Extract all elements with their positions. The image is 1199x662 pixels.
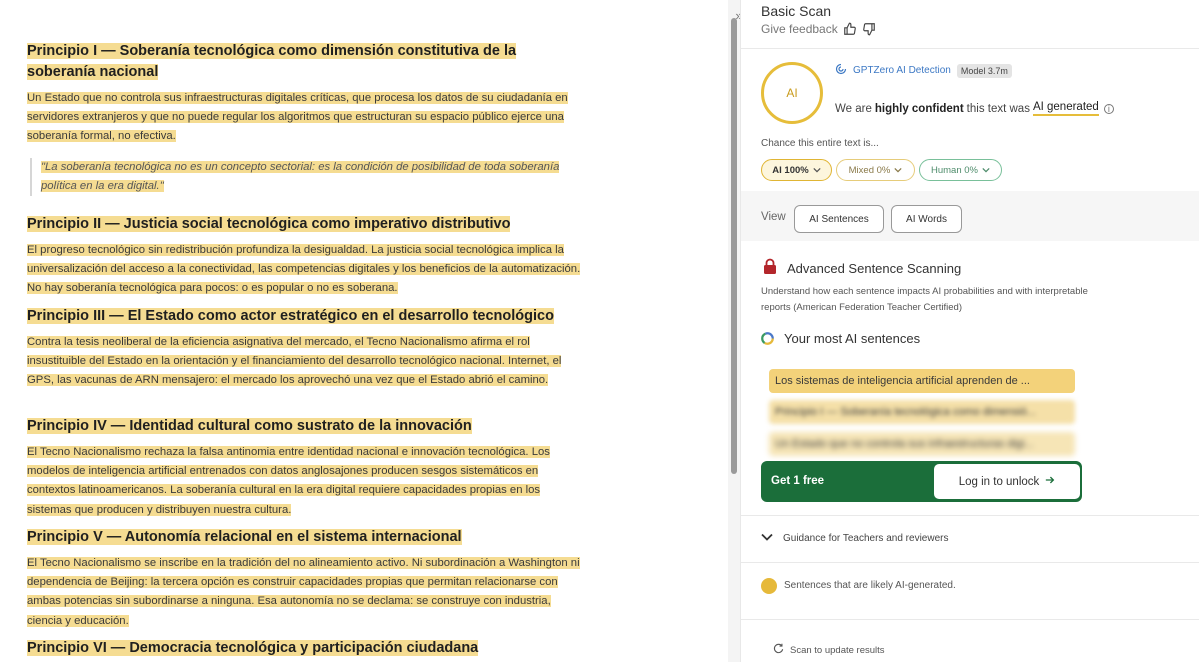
model-badge: Model 3.7m (956, 63, 1012, 78)
guidance-toggle[interactable]: Guidance for Teachers and reviewers (761, 533, 948, 544)
confidence-level: highly confident (874, 102, 964, 115)
ai-percentage-pill[interactable]: AI 100% (761, 159, 832, 181)
color-ring-icon (760, 331, 775, 351)
most-ai-sentences-title: Your most AI sentences (784, 331, 921, 346)
ai-pill-label: AI 100% (772, 164, 809, 176)
gptzero-logo-icon (835, 63, 847, 78)
view-label: View (761, 211, 786, 223)
ai-circle-label: AI (786, 86, 798, 100)
divider (741, 48, 1199, 49)
ai-sentence-item-blurred: Principio I — Soberanía tecnológica como… (769, 400, 1075, 424)
paragraph-principio-3: Contra la tesis neoliberal de la eficien… (27, 336, 562, 387)
chevron-down-icon (894, 165, 902, 176)
ai-sentence-item-blurred: Un Estado que no controla sus infraestru… (769, 432, 1075, 456)
rescan-button[interactable]: Scan to update results (773, 643, 885, 657)
lock-icon (763, 258, 777, 279)
guidance-label: Guidance for Teachers and reviewers (783, 533, 949, 544)
login-unlock-button[interactable]: Log in to unlock (934, 464, 1080, 499)
feedback-row: Give feedback (761, 22, 876, 36)
confidence-mid: this text was (966, 102, 1030, 115)
rescan-label: Scan to update results (790, 644, 885, 656)
chevron-down-icon (813, 165, 821, 176)
document-pane: Principio I — Soberanía tecnológica como… (0, 0, 728, 662)
ai-words-button[interactable]: AI Words (891, 205, 962, 233)
refresh-icon (773, 643, 784, 657)
mixed-percentage-pill[interactable]: Mixed 0% (836, 159, 915, 181)
chance-label: Chance this entire text is... (761, 138, 879, 149)
blockquote: "La soberanía tecnológica no es un conce… (30, 158, 570, 197)
heading-principio-6: Principio VI — Democracia tecnológica y … (27, 640, 479, 656)
paragraph-principio-5: El Tecno Nacionalismo se inscribe en la … (27, 557, 580, 627)
info-icon[interactable]: i (1103, 103, 1114, 114)
advanced-scanning-title: Advanced Sentence Scanning (787, 261, 962, 276)
divider (741, 515, 1199, 516)
ai-sentence-item[interactable]: Los sistemas de inteligencia artificial … (769, 369, 1075, 393)
thumbs-up-icon[interactable] (843, 22, 857, 36)
get-free-button[interactable]: Get 1 free (771, 475, 824, 487)
heading-principio-2: Principio II — Justicia social tecnológi… (27, 216, 511, 232)
heading-principio-4: Principio IV — Identidad cultural como s… (27, 418, 472, 434)
give-feedback-label: Give feedback (761, 22, 838, 36)
heading-principio-1: Principio I — Soberanía tecnológica como… (27, 43, 517, 80)
ai-sentences-button[interactable]: AI Sentences (794, 205, 884, 233)
divider (741, 619, 1199, 620)
paragraph-principio-2: El progreso tecnológico sin redistribuci… (27, 244, 581, 295)
detector-name: GPTZero AI Detection (853, 65, 951, 76)
confidence-pre: We are (835, 102, 872, 115)
login-unlock-label: Log in to unlock (958, 475, 1040, 488)
ai-score-circle: AI (761, 62, 823, 124)
mixed-pill-label: Mixed 0% (848, 164, 891, 176)
paragraph-principio-1: Un Estado que no controla sus infraestru… (27, 92, 568, 143)
ai-legend-text: Sentences that are likely AI-generated. (784, 580, 956, 591)
confidence-statement: We are highly confident this text was AI… (835, 101, 1114, 116)
arrow-right-icon (1045, 475, 1055, 488)
divider (741, 562, 1199, 563)
confidence-result: AI generated (1032, 101, 1099, 116)
scrollbar-thumb[interactable] (731, 18, 737, 474)
ai-legend-dot (761, 578, 777, 594)
human-percentage-pill[interactable]: Human 0% (919, 159, 1002, 181)
chevron-down-icon (761, 533, 773, 544)
gptzero-panel: Basic Scan Give feedback AI GPTZero AI D… (740, 0, 1199, 662)
human-pill-label: Human 0% (931, 164, 978, 176)
thumbs-down-icon[interactable] (862, 22, 876, 36)
detector-row: GPTZero AI Detection Model 3.7m (835, 63, 1012, 78)
advanced-scanning-description: Understand how each sentence impacts AI … (761, 286, 1088, 313)
heading-principio-3: Principio III — El Estado como actor est… (27, 308, 554, 324)
heading-principio-5: Principio V — Autonomía relacional en el… (27, 529, 462, 545)
scan-title: Basic Scan (761, 3, 832, 19)
chevron-down-icon (982, 165, 990, 176)
paragraph-principio-4: El Tecno Nacionalismo rechaza la falsa a… (27, 446, 550, 516)
